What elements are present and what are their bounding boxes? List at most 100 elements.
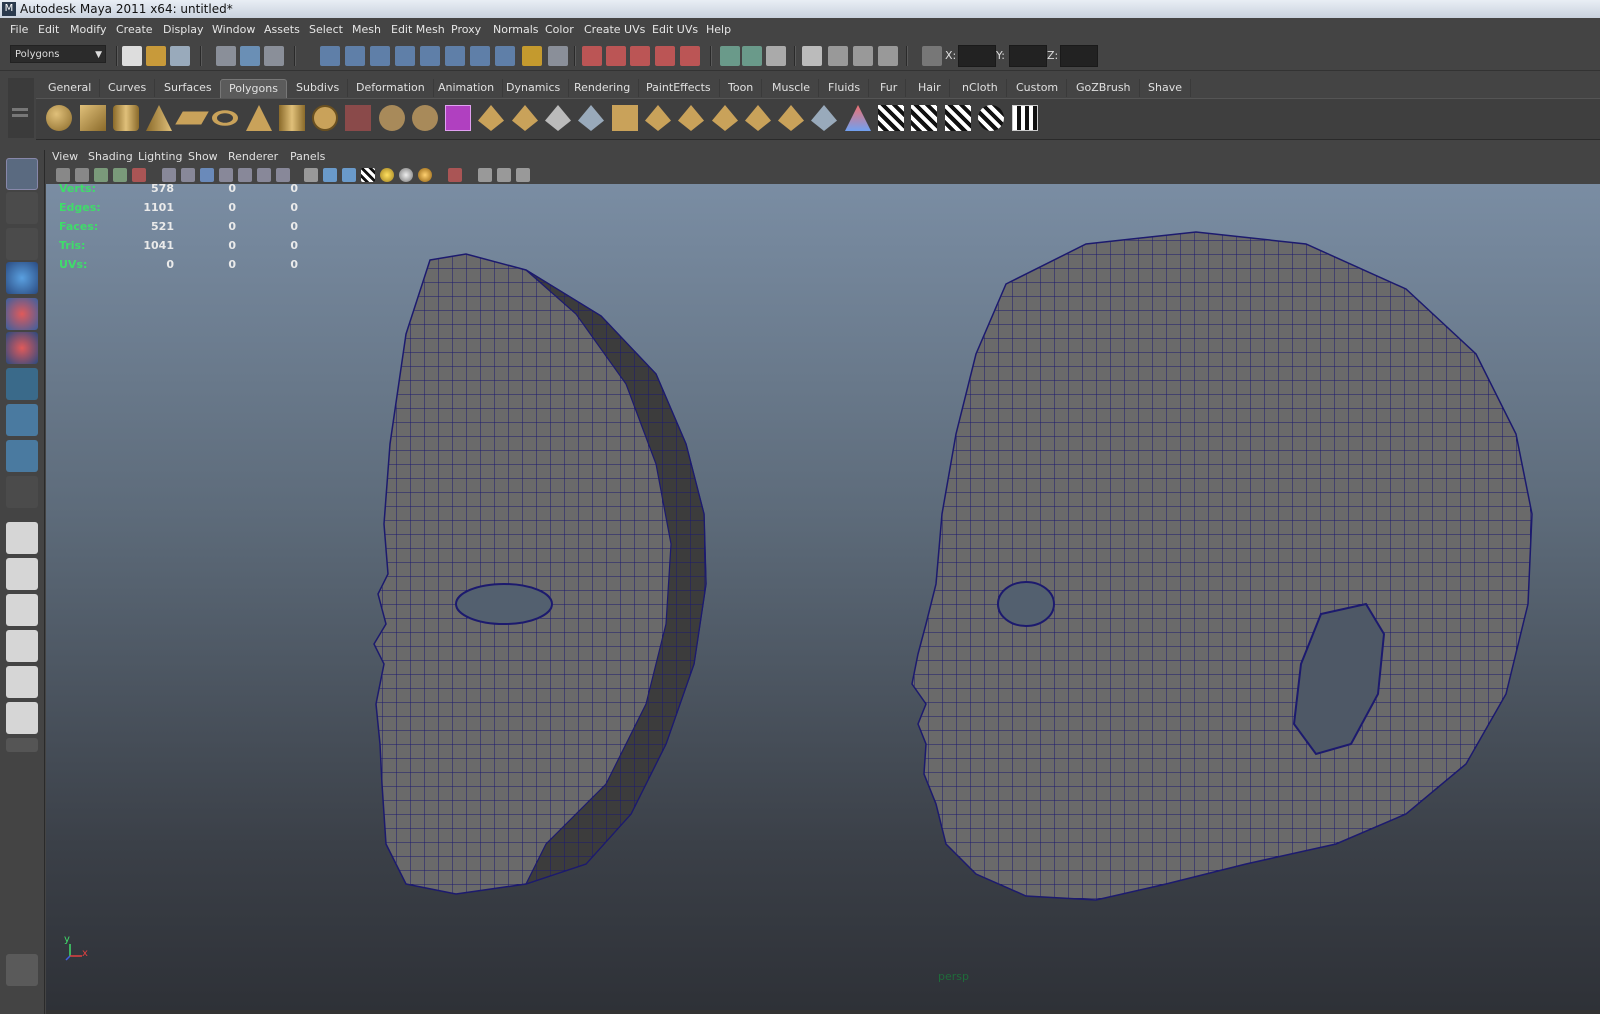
menu-modify[interactable]: Modify	[70, 23, 106, 36]
magnet-surface-icon[interactable]	[655, 46, 675, 66]
lasso-tool-icon[interactable]	[6, 192, 38, 224]
move-tool-icon[interactable]	[6, 262, 38, 294]
uv-cylindrical-icon[interactable]	[911, 105, 937, 131]
four-pane-layout-icon[interactable]	[6, 558, 38, 590]
z-input[interactable]	[1060, 45, 1098, 67]
magnet-icon[interactable]	[582, 46, 602, 66]
menu-create-uvs[interactable]: Create UVs	[584, 23, 645, 36]
shelf-handle[interactable]	[8, 78, 34, 138]
outliner-persp-layout-icon[interactable]	[6, 594, 38, 626]
shelf-tab-curves[interactable]: Curves	[100, 79, 156, 97]
panel-menu-renderer[interactable]: Renderer	[228, 150, 278, 163]
save-scene-icon[interactable]	[170, 46, 190, 66]
menu-select[interactable]: Select	[309, 23, 343, 36]
shelf-tab-toon[interactable]: Toon	[720, 79, 763, 97]
poly-torus-icon[interactable]	[212, 110, 238, 126]
magnet-curve-icon[interactable]	[606, 46, 626, 66]
universal-manipulator-icon[interactable]	[6, 368, 38, 400]
open-scene-icon[interactable]	[146, 46, 166, 66]
uv-checker-icon[interactable]	[878, 105, 904, 131]
all-lights-icon[interactable]	[399, 168, 413, 182]
pivot-icon[interactable]	[445, 46, 465, 66]
shelf-tab-custom[interactable]: Custom	[1008, 79, 1068, 97]
show-manipulator-icon[interactable]	[6, 440, 38, 472]
menu-help[interactable]: Help	[706, 23, 731, 36]
menu-edit-uvs[interactable]: Edit UVs	[652, 23, 698, 36]
menu-window[interactable]: Window	[212, 23, 255, 36]
menu-assets[interactable]: Assets	[264, 23, 300, 36]
ipr-render-icon[interactable]	[853, 46, 873, 66]
combine-icon[interactable]	[345, 105, 371, 131]
shelf-tab-general[interactable]: General	[40, 79, 101, 97]
uv-spherical-icon[interactable]	[945, 105, 971, 131]
menu-mesh[interactable]: Mesh	[352, 23, 381, 36]
insert-edge-loop-icon[interactable]	[612, 105, 638, 131]
resolution-gate-icon[interactable]	[200, 168, 214, 182]
absolute-transform-icon[interactable]	[922, 46, 942, 66]
snap-curve-icon[interactable]	[345, 46, 365, 66]
extract-icon[interactable]	[412, 105, 438, 131]
shelf-tab-dynamics[interactable]: Dynamics	[498, 79, 570, 97]
smooth-proxy-icon[interactable]	[445, 105, 471, 131]
xray-icon[interactable]	[478, 168, 492, 182]
poly-plane-icon[interactable]	[175, 111, 209, 125]
extrude-icon[interactable]	[478, 105, 504, 131]
uv-editor-icon[interactable]	[1012, 105, 1038, 131]
selection-icon[interactable]	[548, 46, 568, 66]
render-settings-icon[interactable]	[878, 46, 898, 66]
single-pane-layout-icon[interactable]	[6, 522, 38, 554]
poly-helix-icon[interactable]	[312, 105, 338, 131]
split-polygon-icon[interactable]	[578, 105, 604, 131]
merge-icon[interactable]	[712, 105, 738, 131]
menu-normals[interactable]: Normals	[493, 23, 539, 36]
shelf-tab-gozbrush[interactable]: GoZBrush	[1068, 79, 1140, 97]
separate-icon[interactable]	[379, 105, 405, 131]
poly-cone-icon[interactable]	[146, 105, 172, 131]
default-light-icon[interactable]	[380, 168, 394, 182]
x-input[interactable]	[958, 45, 996, 67]
shelf-tab-subdivs[interactable]: Subdivs	[288, 79, 349, 97]
mel-command-icon[interactable]	[6, 954, 38, 986]
poly-cube-icon[interactable]	[80, 105, 106, 131]
select-component-icon[interactable]	[264, 46, 284, 66]
menu-file[interactable]: File	[10, 23, 28, 36]
shelf-tab-animation[interactable]: Animation	[430, 79, 504, 97]
camera-bookmark-icon[interactable]	[75, 168, 89, 182]
shelf-tab-fluids[interactable]: Fluids	[820, 79, 870, 97]
magnet-live-icon[interactable]	[680, 46, 700, 66]
select-hierarchy-icon[interactable]	[216, 46, 236, 66]
menu-proxy[interactable]: Proxy	[451, 23, 481, 36]
append-polygon-icon[interactable]	[545, 105, 571, 131]
safe-title-icon[interactable]	[276, 168, 290, 182]
rotate-tool-icon[interactable]	[6, 298, 38, 330]
poly-pipe-icon[interactable]	[279, 105, 305, 131]
wireframe-icon[interactable]	[304, 168, 318, 182]
textured-icon[interactable]	[361, 168, 375, 182]
lock-icon[interactable]	[522, 46, 542, 66]
safe-action-icon[interactable]	[257, 168, 271, 182]
layout-more-icon[interactable]	[6, 738, 38, 752]
uv-automatic-icon[interactable]	[978, 105, 1004, 131]
menu-edit[interactable]: Edit	[38, 23, 59, 36]
two-d-pan-icon[interactable]	[113, 168, 127, 182]
grid-toggle-icon[interactable]	[162, 168, 176, 182]
snap-surface-icon[interactable]	[420, 46, 440, 66]
paint-select-tool-icon[interactable]	[6, 228, 38, 260]
wireframe-on-shaded-icon[interactable]	[342, 168, 356, 182]
new-scene-icon[interactable]	[122, 46, 142, 66]
shelf-tab-polygons[interactable]: Polygons	[220, 79, 287, 98]
shelf-tab-rendering[interactable]: Rendering	[566, 79, 640, 97]
triangulate-icon[interactable]	[778, 105, 804, 131]
head-mesh[interactable]	[911, 231, 1533, 901]
menu-edit-mesh[interactable]: Edit Mesh	[391, 23, 445, 36]
menu-display[interactable]: Display	[163, 23, 204, 36]
help-icon[interactable]	[495, 46, 515, 66]
select-tool-icon[interactable]	[6, 158, 38, 190]
panel-menu-panels[interactable]: Panels	[290, 150, 325, 163]
camera-attributes-icon[interactable]	[56, 168, 70, 182]
snap-point-icon[interactable]	[370, 46, 390, 66]
persp-graph-layout-icon[interactable]	[6, 630, 38, 662]
quadrangulate-icon[interactable]	[811, 105, 837, 131]
shelf-tab-deformation[interactable]: Deformation	[348, 79, 434, 97]
menu-color[interactable]: Color	[545, 23, 574, 36]
